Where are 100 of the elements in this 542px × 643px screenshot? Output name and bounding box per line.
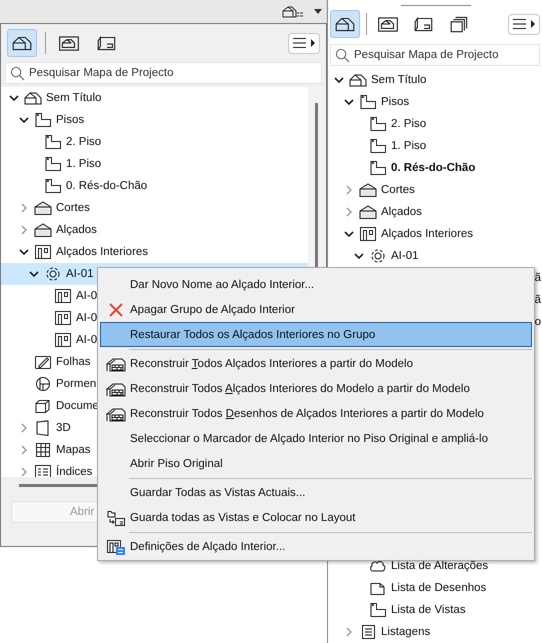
tree-item[interactable]: 0. Rés-do-Chão <box>66 180 148 192</box>
menu-item[interactable]: Dar Novo Nome ao Alçado Interior... <box>100 272 532 297</box>
tree-item[interactable]: Folhas <box>56 356 91 368</box>
tree-item[interactable]: 1. Piso <box>66 158 102 170</box>
rebuild-icon <box>106 406 126 422</box>
tree-item[interactable]: AI-0 <box>76 290 98 302</box>
tree-item[interactable]: Sem Título <box>371 74 426 86</box>
menu-icon <box>291 37 317 49</box>
floor-plan-icon <box>43 134 63 150</box>
menu-item[interactable]: Seleccionar o Marcador de Alçado Interior no Piso Original e ampliá-lo <box>100 426 532 451</box>
view-dropdown-button[interactable] <box>282 4 322 20</box>
tree-item[interactable]: Alçados <box>381 206 422 218</box>
view-tab[interactable] <box>330 10 360 38</box>
tree-item[interactable]: Mapas <box>56 444 91 456</box>
search-field[interactable]: Pesquisar Mapa de Projecto <box>5 62 322 84</box>
floor-plan-icon <box>358 94 378 110</box>
menu-item[interactable]: Guardar Todas as Vistas Actuais... <box>100 480 532 505</box>
floor-plan-icon <box>43 178 63 194</box>
tree-item[interactable]: Lista de Desenhos <box>391 582 486 594</box>
floor-plan-icon <box>368 116 388 132</box>
chevron-down-icon[interactable] <box>344 229 354 239</box>
house-icon <box>11 34 33 52</box>
menu-item[interactable]: Reconstruir Todos Alçados Interiores do Modelo a partir do Modelo <box>100 376 532 401</box>
framed-house-icon <box>377 15 399 33</box>
chevron-right-icon[interactable] <box>19 203 29 213</box>
floor-plan-icon <box>33 112 53 128</box>
tree-item[interactable]: Cortes <box>56 202 90 214</box>
section-icon <box>33 200 53 216</box>
view-tab[interactable] <box>7 29 37 57</box>
chevron-right-icon[interactable] <box>344 207 354 217</box>
tree-item[interactable]: Alçados Interiores <box>381 228 474 240</box>
menu-item[interactable]: Restaurar Todos os Alçados Interiores no Grupo <box>100 322 532 347</box>
tree-item[interactable]: 0. Rés-do-Chão <box>391 162 476 174</box>
search-icon <box>335 48 350 63</box>
house-list-icon <box>282 4 306 18</box>
tree-item[interactable]: 1. Piso <box>391 140 426 152</box>
interior-elevation-icon <box>358 226 378 242</box>
tree-item[interactable]: 2. Piso <box>391 118 426 130</box>
chevron-right-icon[interactable] <box>19 445 29 455</box>
tree-item[interactable]: Lista de Vistas <box>391 604 466 616</box>
tree-item[interactable]: 3D <box>56 422 71 434</box>
detail-icon <box>33 376 53 392</box>
tree-item[interactable]: Lista de Alterações <box>391 560 488 572</box>
section-icon <box>33 222 53 238</box>
search-field[interactable]: Pesquisar Mapa de Projecto <box>330 44 540 66</box>
tree-item[interactable]: Cortes <box>381 184 415 196</box>
chevron-right-icon[interactable] <box>344 185 354 195</box>
tree-item[interactable]: 2. Piso <box>66 136 102 148</box>
tree-item[interactable]: ã <box>534 272 541 284</box>
floor-plan-icon <box>43 156 63 172</box>
tree-item[interactable]: Índices <box>56 466 92 477</box>
menu-item[interactable]: Guarda todas as Vistas e Colocar no Layout <box>100 505 532 530</box>
layout-sheet-icon <box>413 15 435 33</box>
tree-item[interactable]: o <box>534 316 541 328</box>
tree-item[interactable]: Alçados <box>56 224 97 236</box>
drag-handle[interactable] <box>401 5 471 6</box>
tree-item[interactable]: Alçados Interiores <box>56 246 148 258</box>
menu-item[interactable]: Abrir Piso Original <box>100 451 532 476</box>
chevron-right-icon[interactable] <box>19 225 29 235</box>
menu-item[interactable]: Apagar Grupo de Alçado Interior <box>100 297 532 322</box>
floor-plan-icon <box>368 138 388 154</box>
menu-item[interactable]: Reconstruir Todos Desenhos de Alçados Interiores a partir do Modelo <box>100 401 532 426</box>
chevron-right-icon[interactable] <box>19 423 29 433</box>
tree-item[interactable]: AI-0 <box>76 312 98 324</box>
settings-icon <box>106 538 126 554</box>
floor-plan-icon <box>368 602 388 618</box>
tree-item[interactable]: AI-01 <box>66 268 94 280</box>
section-icon <box>358 182 378 198</box>
rebuild-icon <box>106 356 126 372</box>
interior-elevation-icon <box>53 288 73 304</box>
menu-button[interactable] <box>288 32 320 54</box>
chevron-down-icon[interactable] <box>344 97 354 107</box>
chevron-down-icon[interactable] <box>19 115 29 125</box>
chevron-right-icon[interactable] <box>19 467 29 477</box>
interior-elevation-icon <box>53 332 73 348</box>
tree-item[interactable]: ã <box>534 294 541 306</box>
interior-elevation-icon <box>33 244 53 260</box>
chevron-down-icon[interactable] <box>334 75 344 85</box>
menu-item[interactable]: Definições de Alçado Interior... <box>100 534 532 559</box>
tree-item[interactable]: Sem Título <box>46 92 102 104</box>
worksheet-icon <box>33 354 53 370</box>
tree-item[interactable]: AI-0 <box>76 334 98 346</box>
menu-button[interactable] <box>508 14 540 34</box>
menu-item[interactable]: Reconstruir Todos Alçados Interiores a partir do Modelo <box>100 351 532 376</box>
house-icon <box>348 72 368 88</box>
tree-item[interactable]: Docume <box>56 400 99 412</box>
chevron-down-icon[interactable] <box>29 269 39 279</box>
chevron-down-icon[interactable] <box>9 93 19 103</box>
cloud-icon <box>368 558 388 574</box>
tree-item[interactable]: Listagens <box>381 626 430 638</box>
tree-item[interactable]: Pisos <box>56 114 84 126</box>
interior-elevation-icon <box>53 310 73 326</box>
chevron-down-icon[interactable] <box>354 251 364 261</box>
tree-item[interactable]: Pormen <box>56 378 96 390</box>
tree-item[interactable]: AI-01 <box>391 250 418 262</box>
chevron-right-icon[interactable] <box>344 627 354 637</box>
house-icon <box>334 15 356 33</box>
rebuild-icon <box>106 380 126 396</box>
tree-item[interactable]: Pisos <box>381 96 410 108</box>
chevron-down-icon[interactable] <box>19 247 29 257</box>
